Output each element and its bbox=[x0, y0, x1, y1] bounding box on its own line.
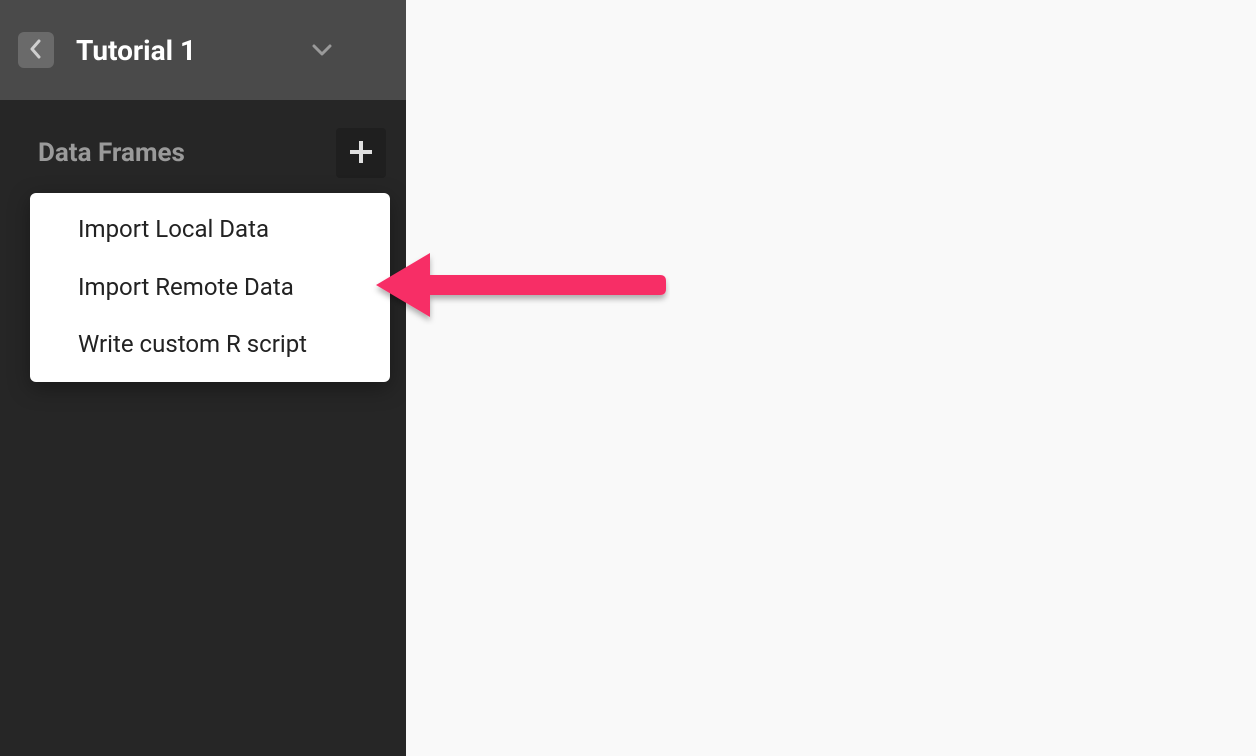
chevron-down-icon bbox=[312, 41, 332, 60]
project-dropdown-toggle[interactable] bbox=[310, 38, 334, 62]
sidebar: Tutorial 1 Data Frames Import Loc bbox=[0, 0, 406, 756]
menu-item-custom-script[interactable]: Write custom R script bbox=[30, 316, 390, 382]
page-title: Tutorial 1 bbox=[76, 34, 196, 67]
chevron-left-icon bbox=[29, 39, 43, 62]
main-content bbox=[406, 0, 1256, 756]
menu-item-import-local[interactable]: Import Local Data bbox=[30, 193, 390, 259]
add-data-frame-button[interactable] bbox=[336, 128, 386, 178]
plus-icon bbox=[350, 141, 372, 166]
data-frames-section: Data Frames bbox=[0, 100, 406, 178]
section-title: Data Frames bbox=[38, 138, 185, 168]
back-button[interactable] bbox=[18, 32, 54, 68]
sidebar-header: Tutorial 1 bbox=[0, 0, 406, 100]
menu-item-import-remote[interactable]: Import Remote Data bbox=[30, 259, 390, 317]
add-data-frame-menu: Import Local Data Import Remote Data Wri… bbox=[30, 193, 390, 382]
section-header: Data Frames bbox=[38, 128, 386, 178]
